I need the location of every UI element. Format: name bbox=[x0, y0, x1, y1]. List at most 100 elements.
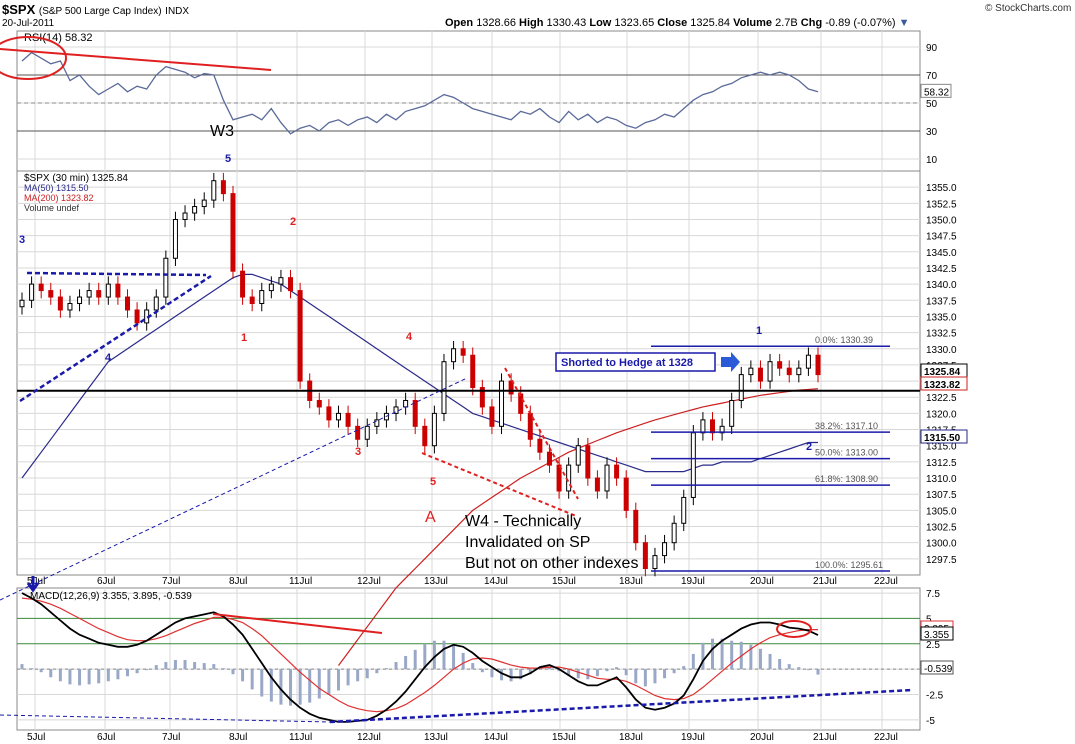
macd-histogram-bar bbox=[816, 669, 820, 675]
candle-body bbox=[211, 180, 217, 201]
close-label: Close bbox=[657, 17, 688, 29]
fib-label: 50.0%: 1313.00 bbox=[815, 448, 878, 458]
x-tick-label: 21Jul bbox=[813, 576, 837, 587]
candle-body bbox=[182, 212, 188, 220]
candle-body bbox=[297, 290, 303, 382]
macd-histogram-bar bbox=[308, 669, 312, 703]
wave-label: 2 bbox=[806, 441, 812, 453]
open-label: Open bbox=[445, 17, 474, 29]
candle-body bbox=[710, 419, 716, 434]
macd-histogram-bar bbox=[164, 662, 168, 670]
macd-histogram-bar bbox=[356, 669, 360, 682]
macd-histogram-bar bbox=[317, 669, 321, 699]
candle-body bbox=[335, 412, 341, 421]
macd-histogram-bar bbox=[250, 669, 254, 690]
high-label: High bbox=[519, 17, 544, 29]
candle-body bbox=[288, 277, 294, 292]
candle-body bbox=[220, 180, 226, 195]
candle-body bbox=[633, 509, 639, 544]
macd-histogram-bar bbox=[221, 668, 225, 670]
x-tick-label: 12Jul bbox=[357, 732, 381, 743]
candle-body bbox=[345, 412, 351, 427]
chart-date: 20-Jul-2011 bbox=[2, 18, 55, 29]
high-value: 1330.43 bbox=[546, 17, 587, 29]
macd-histogram-bar bbox=[39, 669, 43, 673]
price-tick-label: 1320.0 bbox=[926, 409, 957, 420]
price-tick-label: 1342.5 bbox=[926, 264, 957, 275]
macd-histogram-bar bbox=[106, 669, 110, 682]
macd-histogram-bar bbox=[346, 669, 350, 686]
candle-body bbox=[38, 283, 44, 292]
low-value: 1323.65 bbox=[614, 17, 655, 29]
candle-body bbox=[67, 303, 73, 311]
macd-histogram-bar bbox=[432, 640, 436, 670]
candle-body bbox=[192, 206, 198, 214]
candle-body bbox=[786, 367, 792, 376]
price-legend-entry: Volume undef bbox=[24, 203, 80, 213]
x-tick-label: 8Jul bbox=[229, 576, 247, 587]
macd-histogram-bar bbox=[615, 667, 619, 670]
low-label: Low bbox=[589, 17, 612, 29]
watermark: © StockCharts.com bbox=[985, 3, 1072, 14]
candle-body bbox=[201, 199, 207, 208]
price-tick-label: 1305.0 bbox=[926, 506, 957, 517]
x-tick-label: 13Jul bbox=[424, 732, 448, 743]
macd-histogram-bar bbox=[605, 669, 609, 672]
macd-histogram-bar bbox=[634, 669, 638, 684]
stock-chart: 5Jul5Jul6Jul6Jul7Jul7Jul8Jul8Jul11Jul11J… bbox=[0, 30, 968, 743]
macd-histogram-bar bbox=[500, 669, 504, 681]
wave-label: 3 bbox=[355, 446, 361, 458]
x-tick-label: 15Jul bbox=[552, 732, 576, 743]
candle-body bbox=[470, 354, 476, 389]
macd-tick-label: -2.5 bbox=[926, 691, 944, 702]
candle-body bbox=[240, 270, 246, 298]
candle-body bbox=[489, 406, 495, 427]
macd-histogram-bar bbox=[758, 648, 762, 670]
macd-histogram-bar bbox=[97, 669, 101, 684]
candle-body bbox=[268, 283, 274, 292]
macd-tick-label: -5 bbox=[926, 716, 935, 727]
macd-histogram-bar bbox=[576, 669, 580, 679]
rsi-tick-label: 90 bbox=[926, 43, 938, 54]
candle-body bbox=[546, 451, 552, 466]
candle-body bbox=[105, 283, 111, 298]
macd-histogram-bar bbox=[327, 669, 331, 695]
rsi-tick-label: 30 bbox=[926, 127, 938, 138]
macd-last-value: 3.355 bbox=[924, 630, 949, 641]
x-tick-label: 14Jul bbox=[484, 576, 508, 587]
macd-histogram-bar bbox=[49, 669, 53, 678]
candle-body bbox=[499, 380, 505, 427]
candle-body bbox=[805, 354, 811, 369]
macd-histogram-bar bbox=[135, 669, 139, 674]
ohlc-summary: Open 1328.66 High 1330.43 Low 1323.65 Cl… bbox=[445, 17, 910, 29]
x-tick-label: 19Jul bbox=[681, 732, 705, 743]
macd-histogram-bar bbox=[682, 666, 686, 670]
candle-body bbox=[77, 296, 83, 305]
x-tick-label: 22Jul bbox=[874, 732, 898, 743]
x-tick-label: 18Jul bbox=[619, 576, 643, 587]
macd-tick-label: 7.5 bbox=[926, 589, 940, 600]
chg-label: Chg bbox=[800, 17, 823, 29]
candle-body bbox=[374, 419, 380, 427]
w4-note-line2: Invalidated on SP bbox=[465, 534, 590, 551]
candle-body bbox=[431, 412, 437, 447]
wave-label: 5 bbox=[225, 153, 231, 165]
macd-histogram-bar bbox=[720, 638, 724, 670]
macd-legend: MACD(12,26,9) 3.355, 3.895, -0.539 bbox=[30, 591, 192, 602]
candle-body bbox=[316, 399, 322, 408]
price-tick-label: 1350.0 bbox=[926, 215, 957, 226]
macd-histogram-bar bbox=[212, 664, 216, 670]
x-tick-label: 11Jul bbox=[289, 576, 312, 587]
macd-histogram-bar bbox=[768, 653, 772, 670]
candle-body bbox=[594, 477, 600, 492]
w3-label: W3 bbox=[210, 123, 234, 140]
x-tick-label: 5Jul bbox=[27, 732, 45, 743]
macd-histogram-bar bbox=[471, 663, 475, 670]
wave-label: 1 bbox=[241, 332, 247, 344]
macd-histogram-bar bbox=[154, 665, 158, 670]
x-tick-label: 8Jul bbox=[229, 732, 247, 743]
volume-value: 2.7B bbox=[775, 17, 798, 29]
x-tick-label: 20Jul bbox=[750, 576, 774, 587]
price-tick-label: 1355.0 bbox=[926, 183, 957, 194]
dropdown-icon[interactable]: ▼ bbox=[899, 17, 910, 29]
